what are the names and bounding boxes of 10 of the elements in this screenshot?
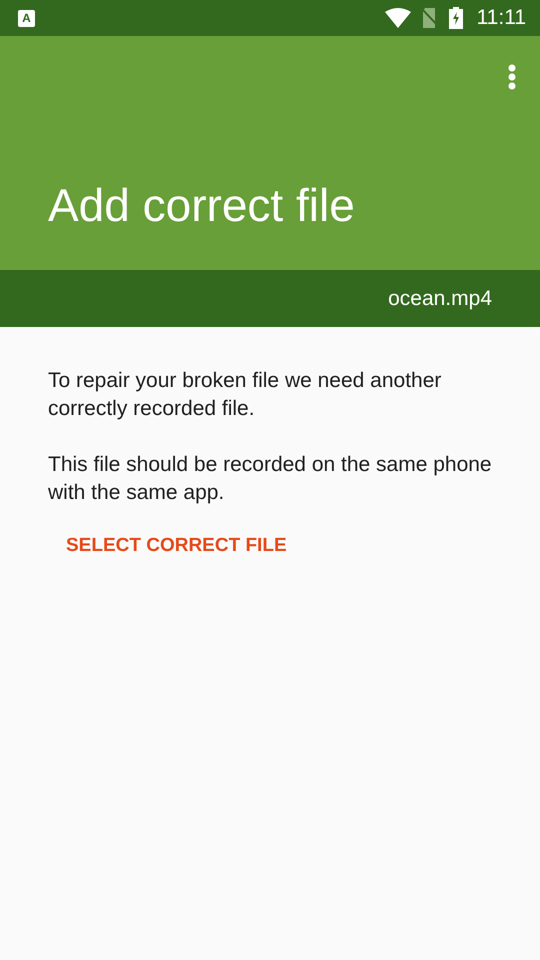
instruction-text: This file should be recorded on the same phone with the same app. [48, 452, 492, 506]
battery-charging-icon [448, 7, 463, 29]
notification-icon: A [18, 10, 35, 26]
file-name: ocean.mp4 [388, 286, 492, 310]
wifi-icon [384, 8, 411, 28]
select-file-button[interactable]: SELECT CORRECT FILE [56, 529, 297, 563]
instruction-text: To repair your broken file we need another correctly recorded file. [48, 368, 442, 422]
page-title: Add correct file [48, 178, 356, 232]
more-menu-icon[interactable] [508, 64, 516, 90]
status-time: 11:11 [476, 6, 526, 30]
